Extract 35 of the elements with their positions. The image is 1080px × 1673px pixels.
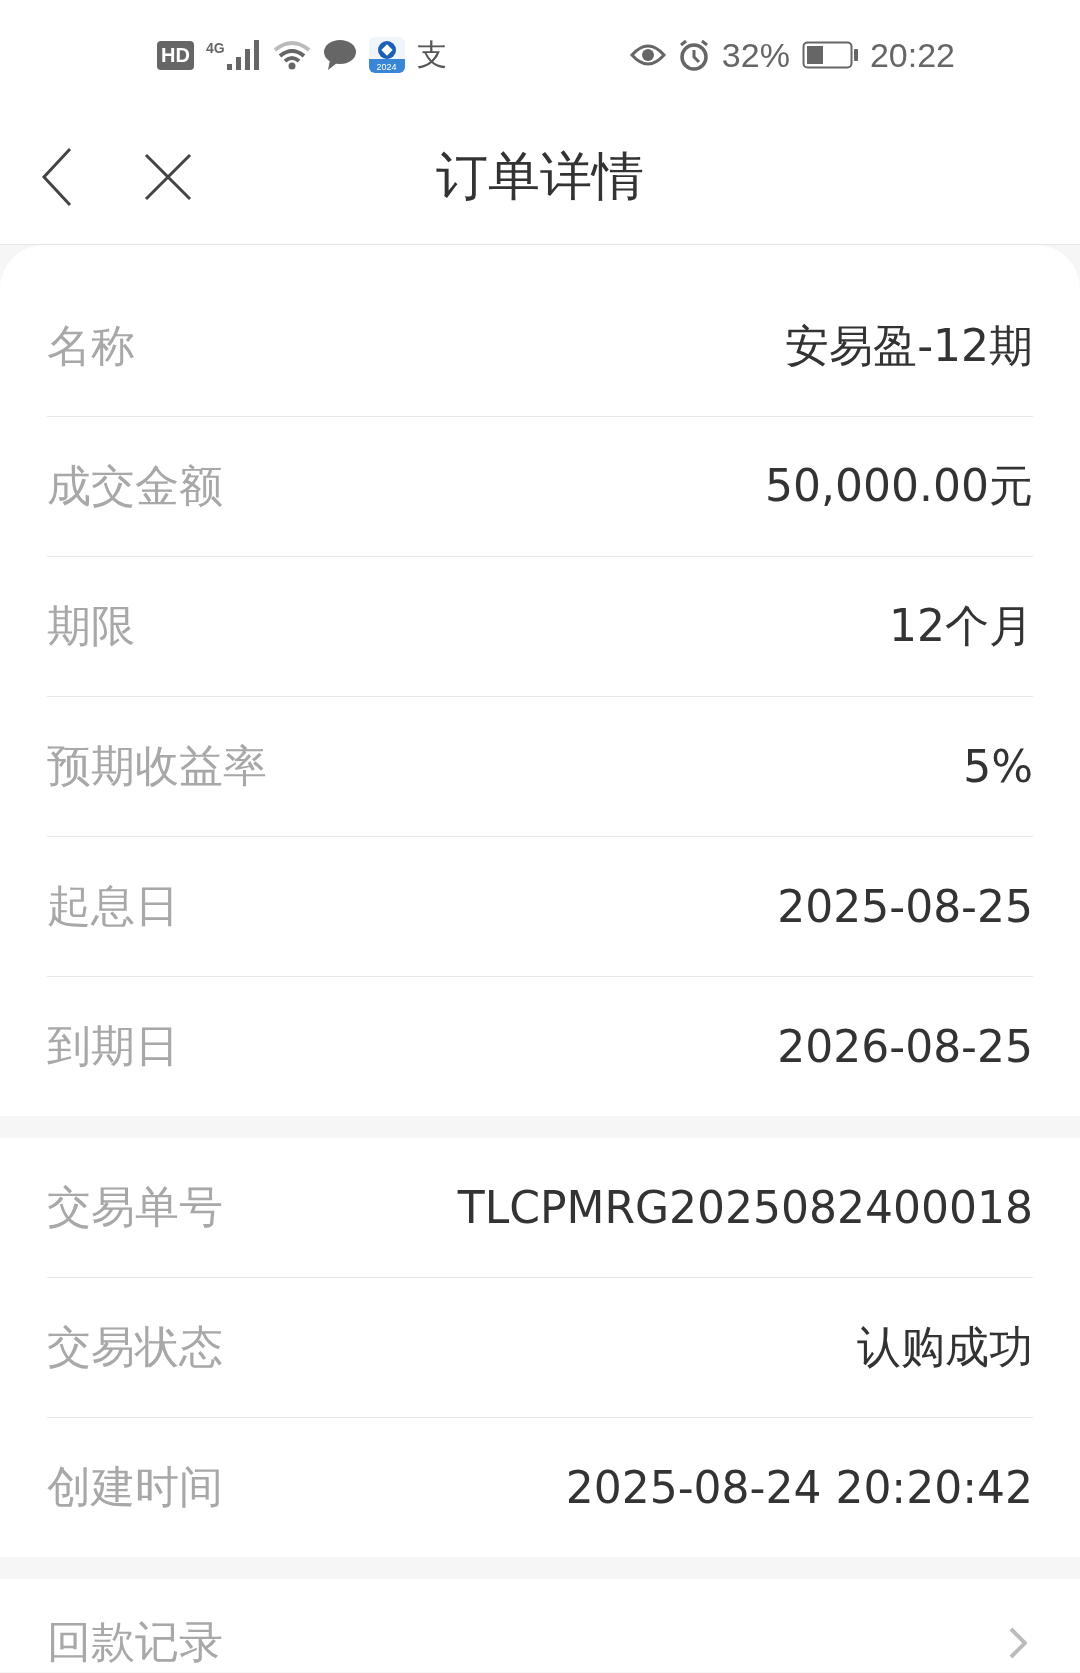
field-label: 交易状态	[47, 1320, 223, 1374]
field-value: 2025-08-25	[777, 881, 1033, 932]
page-title: 订单详情	[436, 145, 644, 208]
field-value: TLCPMRG2025082400018	[457, 1182, 1033, 1233]
field-value: 2025-08-24 20:20:42	[565, 1462, 1033, 1513]
field-value: 2026-08-25	[777, 1021, 1033, 1072]
battery-percent: 32%	[721, 35, 790, 75]
back-button[interactable]	[40, 147, 74, 207]
record-link[interactable]: 回款记录	[47, 1613, 223, 1672]
wifi-icon	[272, 40, 311, 70]
field-value: 50,000.00元	[765, 459, 1033, 513]
alarm-icon	[677, 39, 710, 71]
field-value: 认购成功	[857, 1320, 1033, 1374]
field-value: 5%	[963, 741, 1033, 792]
field-value: 安易盈-12期	[785, 319, 1033, 373]
chevron-right-icon	[1009, 1626, 1027, 1659]
field-label: 起息日	[47, 879, 179, 933]
message-icon	[322, 39, 357, 71]
app-icon: 2024	[368, 37, 405, 73]
field-label: 名称	[47, 319, 135, 373]
clock-time: 20:22	[869, 35, 955, 75]
field-label: 创建时间	[47, 1460, 223, 1514]
battery-icon	[801, 41, 858, 69]
close-button[interactable]	[144, 153, 192, 201]
signal-icon	[226, 40, 261, 70]
field-label: 预期收益率	[47, 739, 267, 793]
field-label: 期限	[47, 599, 135, 653]
field-label: 到期日	[47, 1019, 179, 1073]
hd-badge: HD	[157, 40, 194, 70]
eye-icon	[629, 43, 666, 67]
field-label: 交易单号	[47, 1180, 223, 1234]
network-type: 4G	[205, 40, 225, 56]
field-value: 12个月	[889, 599, 1033, 653]
payment-app-icon: 支	[416, 34, 447, 76]
field-label: 成交金额	[47, 459, 223, 513]
